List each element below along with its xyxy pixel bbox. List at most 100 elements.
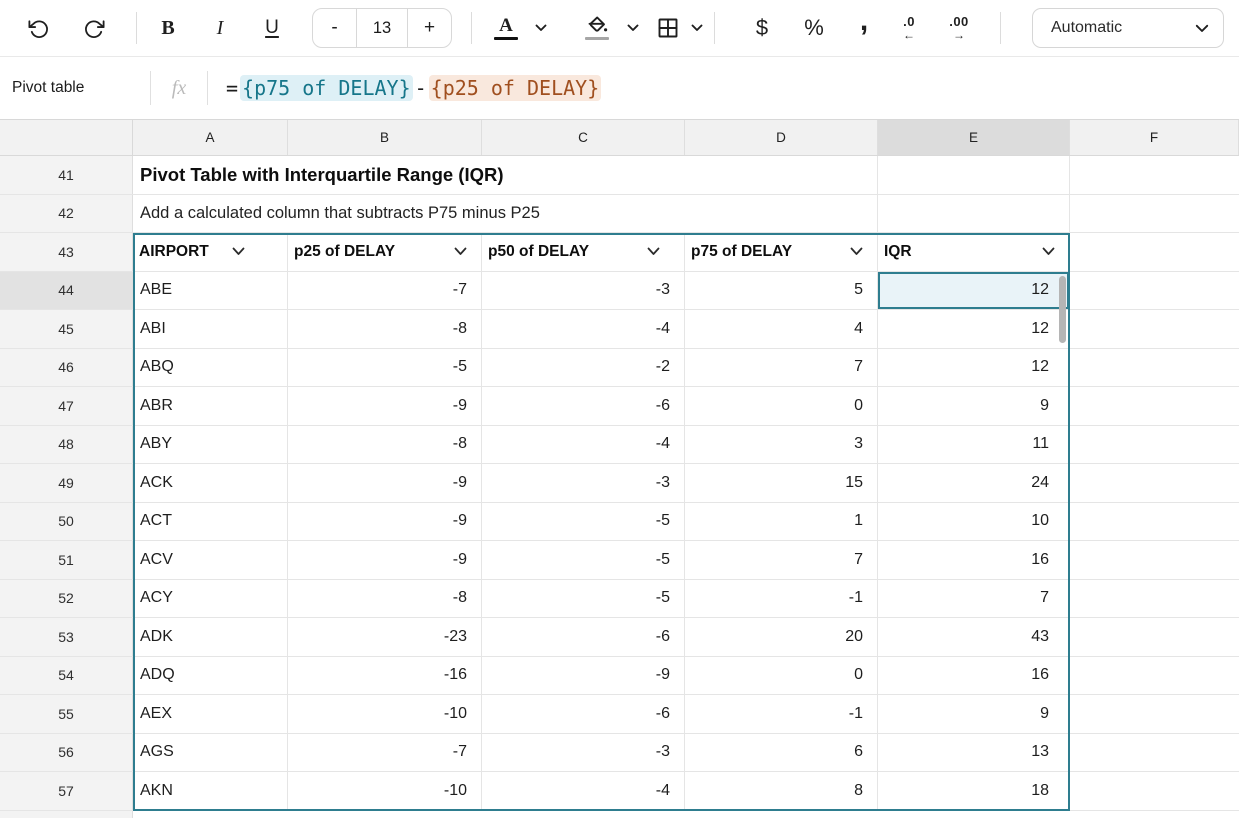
cell-D44[interactable]: 5 xyxy=(685,272,878,310)
cell-C43[interactable]: p50 of DELAY xyxy=(482,233,685,271)
cell-A55[interactable]: AEX xyxy=(133,695,288,733)
row-header-55[interactable]: 55 xyxy=(0,695,133,733)
column-header-F[interactable]: F xyxy=(1070,120,1239,155)
row-header-56[interactable]: 56 xyxy=(0,734,133,772)
cell-F42[interactable] xyxy=(1070,195,1239,233)
cell-B56[interactable]: -7 xyxy=(288,734,482,772)
cell-B57[interactable]: -10 xyxy=(288,772,482,810)
row-header-54[interactable]: 54 xyxy=(0,657,133,695)
cell-D43[interactable]: p75 of DELAY xyxy=(685,233,878,271)
redo-button[interactable] xyxy=(72,8,116,48)
cell-B44[interactable]: -7 xyxy=(288,272,482,310)
italic-button[interactable]: I xyxy=(198,8,242,48)
cell-F49[interactable] xyxy=(1070,464,1239,502)
cell-B46[interactable]: -5 xyxy=(288,349,482,387)
decrease-decimal-button[interactable]: .0 ← xyxy=(886,8,932,48)
cell-D55[interactable]: -1 xyxy=(685,695,878,733)
cell-A50[interactable]: ACT xyxy=(133,503,288,541)
cell-C57[interactable]: -4 xyxy=(482,772,685,810)
cell-A48[interactable]: ABY xyxy=(133,426,288,464)
cell-E56[interactable]: 13 xyxy=(878,734,1070,772)
cell-A49[interactable]: ACK xyxy=(133,464,288,502)
row-header-45[interactable]: 45 xyxy=(0,310,133,348)
cell-F44[interactable] xyxy=(1070,272,1239,310)
cell-E55[interactable]: 9 xyxy=(878,695,1070,733)
cell-A42[interactable]: Add a calculated column that subtracts P… xyxy=(133,195,878,233)
cell-E53[interactable]: 43 xyxy=(878,618,1070,656)
cell-B45[interactable]: -8 xyxy=(288,310,482,348)
text-color-dropdown[interactable] xyxy=(528,8,554,48)
cell-A54[interactable]: ADQ xyxy=(133,657,288,695)
cell-E41[interactable] xyxy=(878,156,1070,194)
fill-color-button[interactable] xyxy=(576,8,618,48)
text-color-button[interactable]: A xyxy=(486,8,526,48)
row-header-48[interactable]: 48 xyxy=(0,426,133,464)
cell-C44[interactable]: -3 xyxy=(482,272,685,310)
cell-A57[interactable]: AKN xyxy=(133,772,288,810)
font-size-increase-button[interactable]: + xyxy=(408,9,451,47)
row-header-44[interactable]: 44 xyxy=(0,272,133,310)
cell-C47[interactable]: -6 xyxy=(482,387,685,425)
cell-E42[interactable] xyxy=(878,195,1070,233)
cell-A51[interactable]: ACV xyxy=(133,541,288,579)
row-header-41[interactable]: 41 xyxy=(0,156,133,194)
cell-B51[interactable]: -9 xyxy=(288,541,482,579)
bold-button[interactable]: B xyxy=(146,8,190,48)
cell-A44[interactable]: ABE xyxy=(133,272,288,310)
cell-D57[interactable]: 8 xyxy=(685,772,878,810)
row-header-53[interactable]: 53 xyxy=(0,618,133,656)
cell-C50[interactable]: -5 xyxy=(482,503,685,541)
cell-D45[interactable]: 4 xyxy=(685,310,878,348)
cell-A53[interactable]: ADK xyxy=(133,618,288,656)
row-header-47[interactable]: 47 xyxy=(0,387,133,425)
cell-E46[interactable]: 12 xyxy=(878,349,1070,387)
cell-B55[interactable]: -10 xyxy=(288,695,482,733)
cell-E48[interactable]: 11 xyxy=(878,426,1070,464)
cell-C51[interactable]: -5 xyxy=(482,541,685,579)
column-header-D[interactable]: D xyxy=(685,120,878,155)
cell-F54[interactable] xyxy=(1070,657,1239,695)
cell-F46[interactable] xyxy=(1070,349,1239,387)
cell-B48[interactable]: -8 xyxy=(288,426,482,464)
cell-D46[interactable]: 7 xyxy=(685,349,878,387)
thousands-separator-button[interactable]: , xyxy=(845,8,883,48)
cell-F52[interactable] xyxy=(1070,580,1239,618)
cell-C54[interactable]: -9 xyxy=(482,657,685,695)
cell-B53[interactable]: -23 xyxy=(288,618,482,656)
cell-E47[interactable]: 9 xyxy=(878,387,1070,425)
cell-E51[interactable]: 16 xyxy=(878,541,1070,579)
cell-D49[interactable]: 15 xyxy=(685,464,878,502)
cell-C52[interactable]: -5 xyxy=(482,580,685,618)
fill-color-dropdown[interactable] xyxy=(620,8,646,48)
column-header-C[interactable]: C xyxy=(482,120,685,155)
cell-F50[interactable] xyxy=(1070,503,1239,541)
cell-C56[interactable]: -3 xyxy=(482,734,685,772)
cell-A46[interactable]: ABQ xyxy=(133,349,288,387)
cell-C49[interactable]: -3 xyxy=(482,464,685,502)
cell-D50[interactable]: 1 xyxy=(685,503,878,541)
row-header-46[interactable]: 46 xyxy=(0,349,133,387)
cell-F47[interactable] xyxy=(1070,387,1239,425)
cell-F45[interactable] xyxy=(1070,310,1239,348)
cell-A47[interactable]: ABR xyxy=(133,387,288,425)
cell-C45[interactable]: -4 xyxy=(482,310,685,348)
cell-B49[interactable]: -9 xyxy=(288,464,482,502)
cell-D51[interactable]: 7 xyxy=(685,541,878,579)
cell-B50[interactable]: -9 xyxy=(288,503,482,541)
row-header-49[interactable]: 49 xyxy=(0,464,133,502)
column-header-A[interactable]: A xyxy=(133,120,288,155)
borders-button[interactable] xyxy=(648,8,688,48)
cell-B54[interactable]: -16 xyxy=(288,657,482,695)
row-header-43[interactable]: 43 xyxy=(0,233,133,271)
cell-D48[interactable]: 3 xyxy=(685,426,878,464)
name-box[interactable]: Pivot table xyxy=(0,79,150,97)
cell-F56[interactable] xyxy=(1070,734,1239,772)
cell-F57[interactable] xyxy=(1070,772,1239,810)
increase-decimal-button[interactable]: .00 → xyxy=(934,8,984,48)
row-header-50[interactable]: 50 xyxy=(0,503,133,541)
cell-E44[interactable]: 12 xyxy=(878,272,1070,310)
cell-A41[interactable]: Pivot Table with Interquartile Range (IQ… xyxy=(133,156,878,194)
cell-F55[interactable] xyxy=(1070,695,1239,733)
underline-button[interactable]: U xyxy=(250,8,294,48)
cell-C53[interactable]: -6 xyxy=(482,618,685,656)
